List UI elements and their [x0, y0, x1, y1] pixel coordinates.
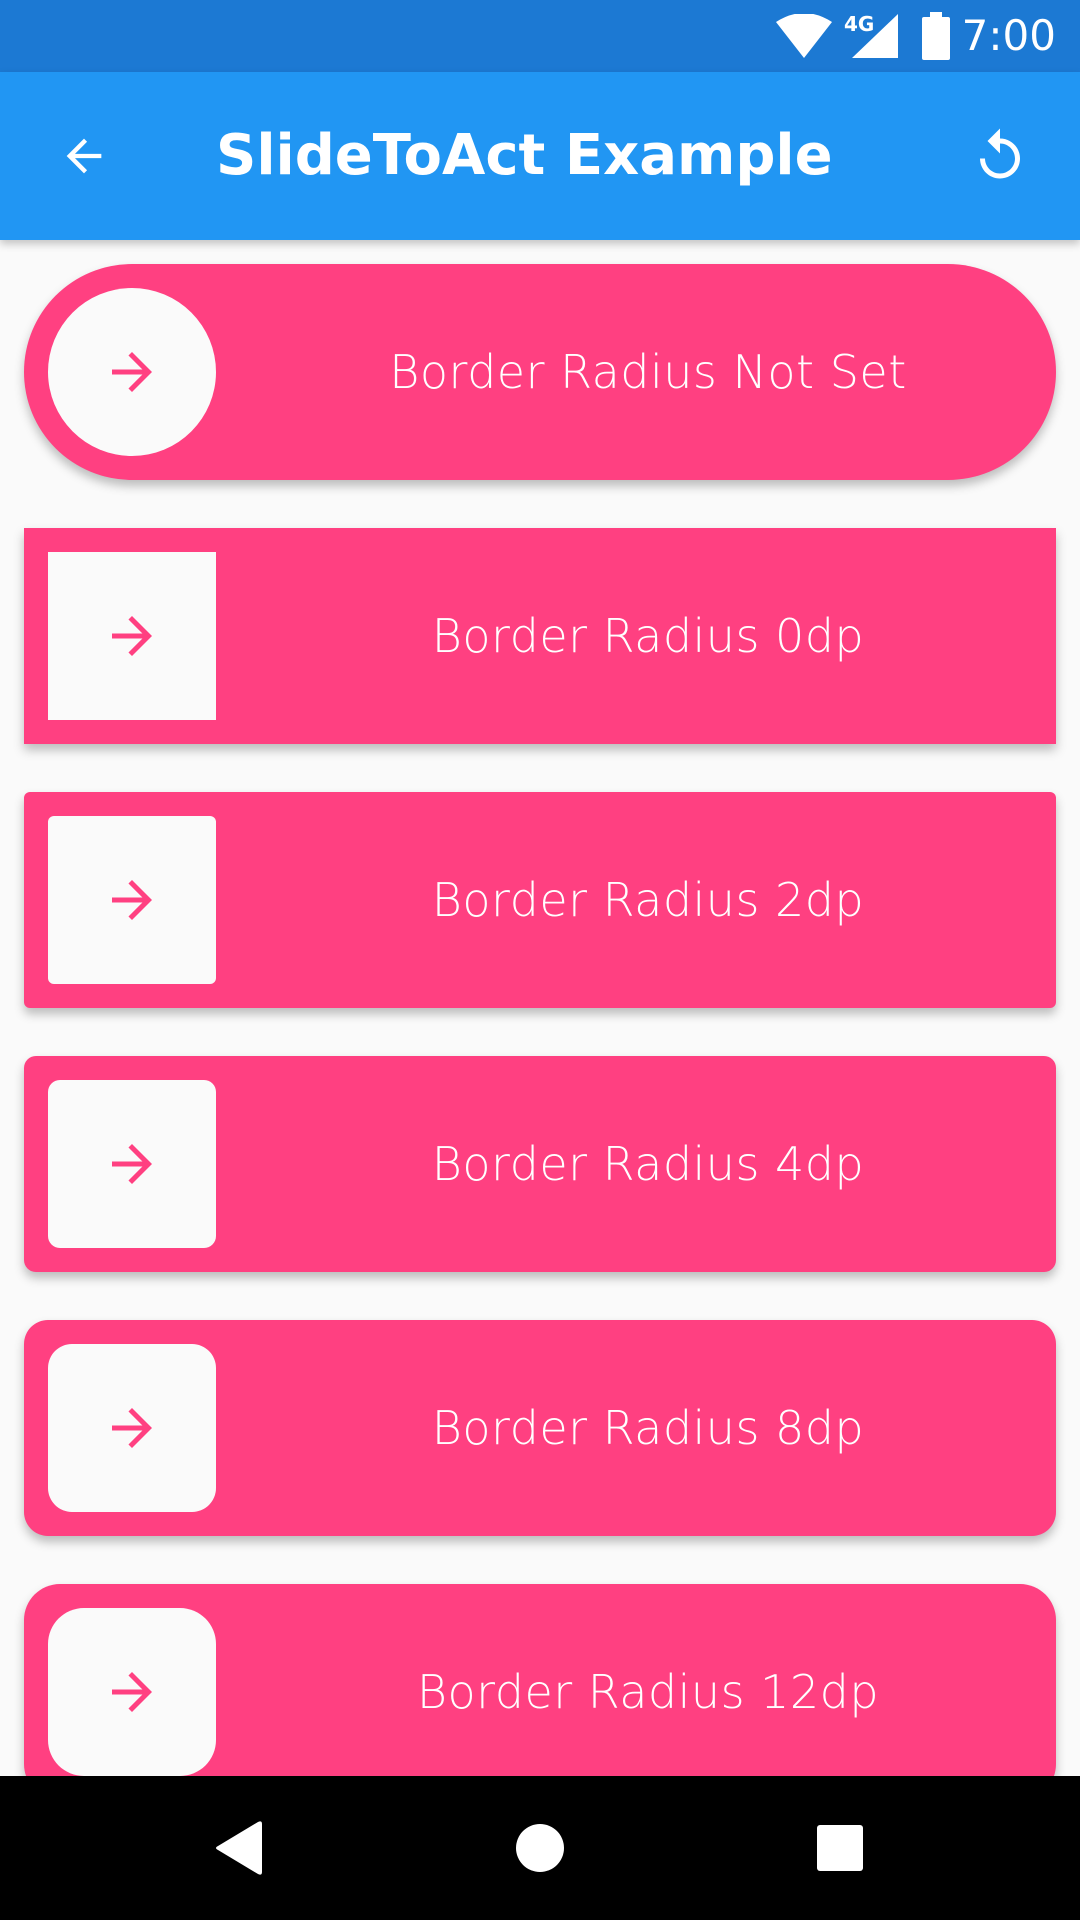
cellular-signal-icon	[852, 14, 898, 58]
arrow-forward-icon	[112, 1672, 152, 1712]
slider-label: Border Radius 8dp	[431, 1401, 865, 1455]
arrow-forward-icon	[112, 1408, 152, 1448]
app-bar: SlideToAct Example	[0, 72, 1080, 240]
back-nav-icon	[216, 1821, 262, 1875]
wifi-icon	[776, 14, 832, 58]
slider-label: Border Radius 4dp	[431, 1137, 865, 1191]
recents-nav-icon	[817, 1825, 863, 1871]
slider-knob[interactable]	[48, 1344, 216, 1512]
back-button[interactable]	[44, 116, 124, 196]
slider-list: Border Radius Not Set Border Radius 0dp …	[0, 240, 1080, 1776]
home-nav-icon	[516, 1824, 564, 1872]
arrow-forward-icon	[112, 880, 152, 920]
nav-recents-button[interactable]	[804, 1812, 876, 1884]
slider-knob[interactable]	[48, 552, 216, 720]
slide-to-act-not-set[interactable]: Border Radius Not Set	[24, 264, 1056, 480]
slide-to-act-2dp[interactable]: Border Radius 2dp	[24, 792, 1056, 1008]
arrow-forward-icon	[112, 1144, 152, 1184]
slide-to-act-4dp[interactable]: Border Radius 4dp	[24, 1056, 1056, 1272]
battery-icon	[922, 12, 950, 60]
slider-label: Border Radius Not Set	[389, 345, 907, 399]
clock: 7:00	[961, 11, 1056, 60]
reset-button[interactable]	[960, 116, 1040, 196]
arrow-back-icon	[66, 138, 102, 174]
arrow-forward-icon	[112, 352, 152, 392]
arrow-forward-icon	[112, 616, 152, 656]
slider-knob[interactable]	[48, 288, 216, 456]
slider-label: Border Radius 2dp	[431, 873, 865, 927]
slider-knob[interactable]	[48, 1080, 216, 1248]
page-title: SlideToAct Example	[216, 123, 833, 188]
reset-icon	[980, 128, 1020, 179]
system-nav-bar	[0, 1776, 1080, 1920]
status-bar: 4G 7:00	[0, 0, 1080, 72]
slide-to-act-12dp[interactable]: Border Radius 12dp	[24, 1584, 1056, 1776]
nav-back-button[interactable]	[204, 1812, 276, 1884]
slider-label: Border Radius 12dp	[416, 1665, 880, 1719]
slider-knob[interactable]	[48, 816, 216, 984]
nav-home-button[interactable]	[504, 1812, 576, 1884]
slider-knob[interactable]	[48, 1608, 216, 1776]
slide-to-act-0dp[interactable]: Border Radius 0dp	[24, 528, 1056, 744]
slider-label: Border Radius 0dp	[431, 609, 865, 663]
slide-to-act-8dp[interactable]: Border Radius 8dp	[24, 1320, 1056, 1536]
